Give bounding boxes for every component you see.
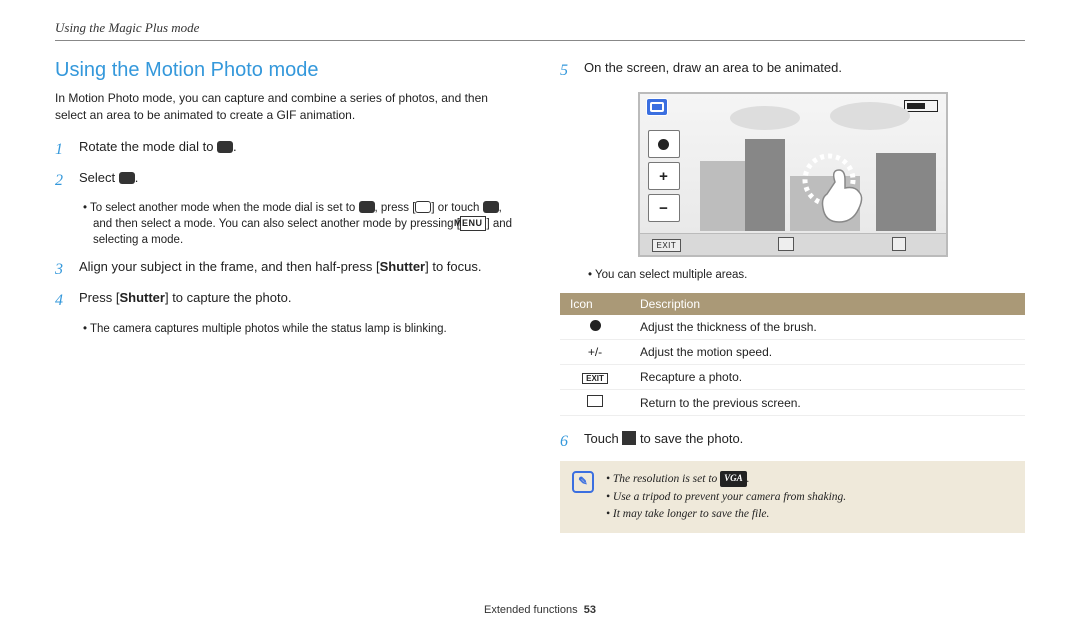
speed-minus-button: − — [648, 194, 680, 222]
table-row: EXIT Recapture a photo. — [560, 365, 1025, 390]
step-1-text: Rotate the mode dial to — [79, 139, 217, 154]
icon-description-table: Icon Description Adjust the thickness of… — [560, 293, 1025, 416]
section-title: Using the Motion Photo mode — [55, 59, 520, 82]
left-column: Using the Motion Photo mode In Motion Ph… — [55, 59, 520, 533]
mode-touch-icon — [483, 201, 499, 213]
plus-minus-icon: +/- — [560, 340, 630, 365]
step-2-text: Select — [79, 170, 119, 185]
mode-indicator-icon — [646, 98, 668, 116]
back-button-icon — [415, 201, 431, 213]
motion-mode-icon — [119, 172, 135, 184]
note-bullet: It may take longer to save the file. — [606, 506, 846, 523]
breadcrumb: Using the Magic Plus mode — [55, 20, 1025, 36]
step-number: 2 — [55, 169, 69, 192]
illus-sidebar: + − — [648, 130, 680, 222]
vga-chip-icon: VGA — [720, 471, 747, 487]
th-desc: Description — [630, 293, 1025, 315]
step-number: 3 — [55, 258, 69, 281]
return-icon — [587, 395, 603, 407]
step-number: 5 — [560, 59, 574, 82]
intro-text: In Motion Photo mode, you can capture an… — [55, 90, 520, 124]
step-5: 5 On the screen, draw an area to be anim… — [560, 59, 1025, 82]
speed-plus-button: + — [648, 162, 680, 190]
step-number: 4 — [55, 289, 69, 312]
screen-illustration: + − EXIT — [638, 92, 948, 257]
th-icon: Icon — [560, 293, 630, 315]
step-number: 6 — [560, 430, 574, 453]
step-4-sub: The camera captures multiple photos whil… — [83, 321, 520, 337]
step-5-sub: You can select multiple areas. — [588, 267, 1025, 283]
step-2-sub: To select another mode when the mode dia… — [83, 200, 520, 248]
step-1: 1 Rotate the mode dial to . — [55, 138, 520, 161]
exit-icon: EXIT — [582, 373, 608, 384]
brush-thickness-button — [648, 130, 680, 158]
hand-gesture-icon — [801, 152, 881, 235]
note-bullet: The resolution is set to VGA. — [606, 471, 846, 488]
step-4: 4 Press [Shutter] to capture the photo. — [55, 289, 520, 312]
table-row: Return to the previous screen. — [560, 390, 1025, 416]
mode-dial-icon — [217, 141, 233, 153]
right-column: 5 On the screen, draw an area to be anim… — [560, 59, 1025, 533]
table-row: Adjust the thickness of the brush. — [560, 315, 1025, 340]
step-3: 3 Align your subject in the frame, and t… — [55, 258, 520, 281]
menu-button-icon: MENU — [460, 216, 487, 231]
note-box: ✎ The resolution is set to VGA. Use a tr… — [560, 461, 1025, 533]
save-icon — [892, 237, 906, 251]
return-icon — [778, 237, 794, 251]
step-2: 2 Select . — [55, 169, 520, 192]
step-6: 6 Touch to save the photo. — [560, 430, 1025, 453]
note-icon: ✎ — [572, 471, 594, 493]
step-number: 1 — [55, 138, 69, 161]
mode-dial-icon — [359, 201, 375, 213]
save-icon — [622, 431, 636, 445]
exit-button-icon: EXIT — [652, 239, 682, 252]
page-footer: Extended functions 53 — [0, 604, 1080, 616]
brush-icon — [590, 320, 601, 331]
note-bullet: Use a tripod to prevent your camera from… — [606, 489, 846, 506]
table-row: +/- Adjust the motion speed. — [560, 340, 1025, 365]
header-rule — [55, 40, 1025, 41]
